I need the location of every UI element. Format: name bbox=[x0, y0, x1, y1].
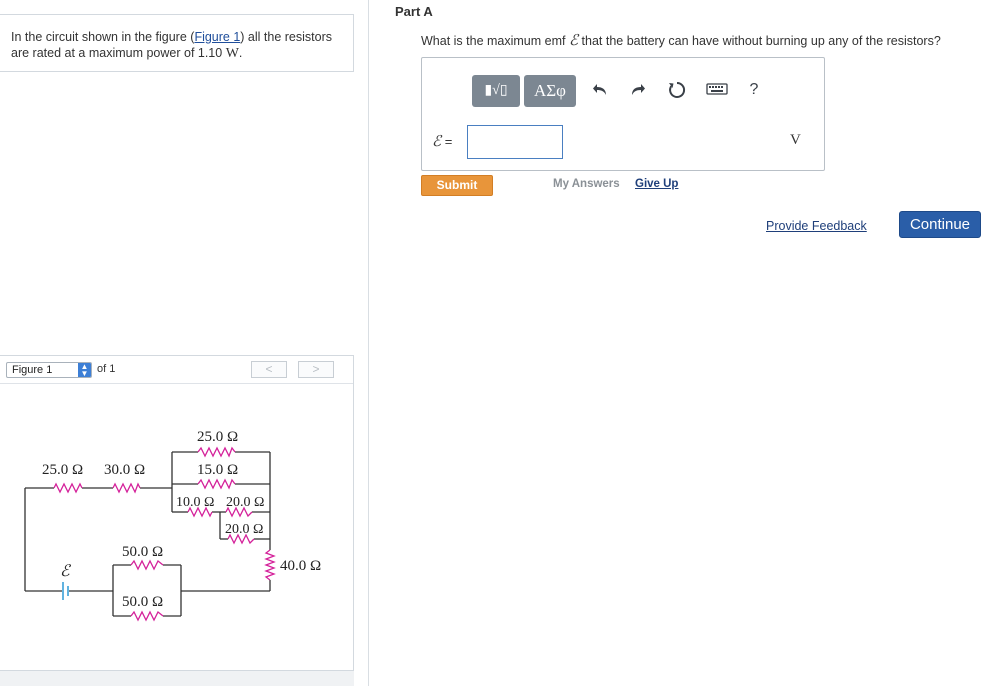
answer-emf-symbol: ℰ bbox=[432, 134, 442, 150]
resistor-r3-label: 25.0 Ω bbox=[197, 429, 238, 445]
figure-count: of 1 bbox=[97, 363, 116, 375]
symbols-button[interactable]: ΑΣφ bbox=[524, 75, 576, 107]
right-column: Part A What is the maximum emf ℰ that th… bbox=[369, 0, 994, 686]
undo-icon[interactable] bbox=[590, 81, 612, 104]
keyboard-icon[interactable] bbox=[704, 81, 730, 101]
problem-text-before: In the circuit shown in the figure ( bbox=[11, 30, 195, 44]
resistor-r7-label: 20.0 Ω bbox=[225, 522, 263, 537]
continue-button[interactable]: Continue bbox=[899, 211, 981, 238]
give-up-link[interactable]: Give Up bbox=[635, 178, 678, 190]
my-answers-link[interactable]: My Answers bbox=[553, 178, 620, 190]
redo-icon[interactable] bbox=[626, 81, 648, 104]
resistor-r5-label: 10.0 Ω bbox=[176, 495, 214, 510]
resistor-r9-label: 50.0 Ω bbox=[122, 594, 163, 610]
resistor-r2-label: 30.0 Ω bbox=[104, 462, 145, 478]
next-figure-button[interactable]: > bbox=[298, 361, 334, 378]
answer-unit: V bbox=[790, 132, 801, 148]
provide-feedback-link[interactable]: Provide Feedback bbox=[766, 219, 867, 233]
resistor-r3-zigzag bbox=[197, 446, 236, 458]
submit-button[interactable]: Submit bbox=[421, 175, 493, 196]
figure-toolbar: Figure 1 ▲ ▼ of 1 < > bbox=[0, 356, 353, 384]
question-text: What is the maximum emf ℰ that the batte… bbox=[421, 31, 941, 50]
battery-label: ℰ bbox=[60, 563, 72, 580]
battery-symbol bbox=[62, 582, 69, 600]
resistor-r1-zigzag bbox=[53, 482, 83, 494]
problem-period: . bbox=[238, 46, 243, 60]
resistor-r8-label: 50.0 Ω bbox=[122, 544, 163, 560]
question-emf-symbol: ℰ bbox=[568, 33, 579, 49]
answer-box: ▮√▯ ΑΣφ ? ℰ = V bbox=[421, 57, 825, 171]
question-before: What is the maximum emf bbox=[421, 34, 566, 48]
resistor-r2-zigzag bbox=[112, 482, 141, 494]
resistor-r4-label: 15.0 Ω bbox=[197, 462, 238, 478]
figure-select-value: Figure 1 bbox=[12, 364, 53, 376]
figure-panel: Figure 1 ▲ ▼ of 1 < > 25.0 Ω 30.0 Ω 25.0… bbox=[0, 355, 354, 671]
resistor-r4-zigzag bbox=[197, 478, 236, 490]
figure-link[interactable]: Figure 1 bbox=[194, 30, 240, 44]
answer-input[interactable] bbox=[467, 125, 563, 159]
resistor-r10-label: 40.0 Ω bbox=[280, 558, 321, 574]
power-unit: W bbox=[225, 46, 239, 61]
problem-statement: In the circuit shown in the figure (Figu… bbox=[0, 14, 354, 72]
figure-select[interactable]: Figure 1 ▲ ▼ bbox=[6, 362, 92, 378]
prev-figure-button[interactable]: < bbox=[251, 361, 287, 378]
resistor-r8-zigzag bbox=[130, 559, 164, 571]
circuit-diagram: 25.0 Ω 30.0 Ω 25.0 Ω 15.0 Ω 10.0 Ω 20.0 … bbox=[24, 429, 321, 622]
resistor-r9-zigzag bbox=[130, 610, 164, 622]
help-icon[interactable]: ? bbox=[743, 80, 765, 100]
answer-label: ℰ = bbox=[432, 132, 452, 151]
resistor-r1-label: 25.0 Ω bbox=[42, 462, 83, 478]
templates-button[interactable]: ▮√▯ bbox=[472, 75, 520, 107]
left-column: In the circuit shown in the figure (Figu… bbox=[0, 0, 369, 686]
resistor-r10-zigzag bbox=[264, 549, 276, 581]
left-bottom-strip bbox=[0, 671, 354, 686]
answer-equals: = bbox=[444, 134, 453, 149]
question-after: that the battery can have without burnin… bbox=[581, 34, 941, 48]
reset-icon[interactable] bbox=[666, 81, 688, 104]
part-title: Part A bbox=[395, 4, 433, 19]
resistor-r6-label: 20.0 Ω bbox=[226, 495, 264, 510]
select-arrows-icon: ▲ ▼ bbox=[78, 363, 91, 378]
